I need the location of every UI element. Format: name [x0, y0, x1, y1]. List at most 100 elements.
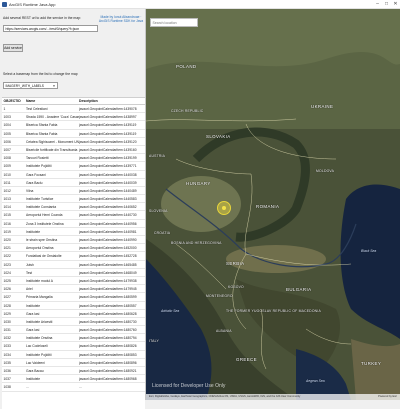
- cell-description: javaurl.GeopointCalendarItem:1479938: [79, 278, 137, 283]
- table-row[interactable]: 1035 Lac Vaideeni javaurl.GeopointCalendar…: [2, 359, 145, 367]
- service-url-input[interactable]: https://services.arcgis.com/.../rest/0/q…: [3, 25, 98, 32]
- cell-description: javaurl.GeopointCalendarItem:1438997: [79, 115, 137, 120]
- table-row[interactable]: 1032 Institutele Onstina javaurl.GeopointC…: [2, 334, 145, 343]
- header-objectid[interactable]: OBJECTID: [2, 98, 26, 104]
- cell-name: Cetatea Sighisoarei - Monument UNESCO: [26, 139, 79, 144]
- label-moldova: MOLDOVA: [316, 169, 335, 173]
- label-romania: ROMANIA: [256, 204, 280, 209]
- label-macedonia: THE FORMER YUGOSLAV REPUBLIC OF MACEDONI…: [226, 309, 321, 313]
- table-row[interactable]: 1024 Test javaurl.GeopointCalendarItem:146…: [2, 269, 145, 277]
- header-name[interactable]: Name: [26, 98, 79, 104]
- maximize-icon[interactable]: □: [382, 0, 391, 9]
- results-table[interactable]: OBJECTID Name Description 1 Test Celestia…: [2, 97, 145, 409]
- cell-objectid: 1020: [3, 238, 11, 242]
- cell-description: javaurl.GeopointCalendarItem:1480599: [79, 295, 137, 300]
- cell-objectid: 1026: [3, 287, 11, 292]
- location-search-input[interactable]: Search location: [150, 18, 198, 27]
- table-row[interactable]: 1029 Gara Iasi javaurl.GeopointCalendarIte…: [2, 310, 145, 318]
- label-turkey: TURKEY: [361, 361, 382, 366]
- table-row[interactable]: 1036 Gara Bacau javaurl.GeopointCalendarIt…: [2, 367, 145, 376]
- cell-objectid: 1008: [3, 156, 11, 161]
- table-row[interactable]: 1008 Tancuri Rosietti javaurl.GeopointCale…: [2, 154, 145, 163]
- table-row[interactable]: 1026 Ariel javaurl.GeopointCalendarItem:14…: [2, 285, 145, 294]
- table-row[interactable]: 1034 Institutele Pojiditii javaurl.Geopoin…: [2, 351, 145, 359]
- window-controls: – □ ✕: [373, 0, 400, 9]
- cell-name: Biserica Sfanta Fabia: [26, 131, 58, 136]
- cell-description: javaurl.GeopointCalendarItem:1439199: [79, 156, 137, 161]
- table-row[interactable]: 1009 Institutele Pojiditii javaurl.Geopoin…: [2, 162, 145, 171]
- table-row[interactable]: 1023 Jutsh javaurl.GeopointCalendarItem:14…: [2, 261, 145, 269]
- cell-name: Aeroportul Onstina: [26, 246, 54, 251]
- label-serbia: SERBIA: [226, 261, 245, 266]
- add-service-button[interactable]: Add service: [3, 44, 23, 52]
- cell-objectid: 1029: [3, 311, 11, 316]
- app-window: ArcGIS Runtime Java App – □ ✕ Add severa…: [0, 0, 400, 409]
- header-description[interactable]: Description: [79, 98, 145, 104]
- table-row[interactable]: 1020 le strain spre Onstina javaurl.Geopoi…: [2, 236, 145, 245]
- table-row[interactable]: 1006 Cetatea Sighisoarei - Monument UNESC…: [2, 138, 145, 146]
- map-view[interactable]: Search location POLAND CZECH REPUBLIC SL…: [146, 9, 400, 400]
- cell-objectid: 1003: [3, 115, 11, 120]
- cell-description: javaurl.GeopointCalendarItem:1439160: [79, 147, 137, 152]
- close-icon[interactable]: ✕: [391, 0, 400, 9]
- window-title: ArcGIS Runtime Java App: [9, 1, 56, 7]
- label-italy: ITALY: [149, 339, 159, 343]
- table-row[interactable]: 1016 Zona 3 Institutele Onstina javaurl.Ge…: [2, 220, 145, 228]
- cell-name: Gara Focsani: [26, 172, 46, 177]
- label-poland: POLAND: [176, 64, 197, 69]
- cell-description: javaurl.GeopointCalendarItem:1440583: [79, 197, 137, 202]
- table-row[interactable]: 1014 Institutele Constanta javaurl.Geopoin…: [2, 203, 145, 212]
- table-row[interactable]: 1022 Fundatiasi de Onstaiolte javaurl.Geop…: [2, 252, 145, 261]
- map-attribution: Esri, DigitalGlobe, GeoEye, Earthstar Ge…: [146, 394, 400, 400]
- feature-marker[interactable]: [217, 201, 231, 215]
- cell-description: javaurl.GeopointCalendarItem:1480730: [79, 319, 137, 324]
- cell-name: Test: [26, 270, 33, 275]
- cell-objectid: 1: [3, 107, 6, 111]
- table-row[interactable]: 1007 Bisericile fortificate din Transilva…: [2, 146, 145, 155]
- basemap-value: IMAGERY_WITH_LABELS: [5, 84, 44, 88]
- cell-objectid: 1012: [3, 188, 11, 193]
- table-row[interactable]: 1 Test Celestiani javaurl.GeopointCalendar…: [2, 105, 145, 114]
- chevron-down-icon: ▼: [52, 84, 56, 88]
- cell-name: Gara Baclu: [26, 180, 43, 185]
- cell-description: javaurl.GeopointCalendarItem:1480760: [79, 328, 137, 333]
- table-row[interactable]: 1038……: [2, 383, 145, 392]
- basemap-select[interactable]: IMAGERY_WITH_LABELS ▼: [3, 82, 58, 89]
- table-row[interactable]: 1011 Gara Baclu javaurl.GeopointCalendarIt…: [2, 179, 145, 187]
- cell-objectid: 1006: [3, 139, 11, 144]
- table-row[interactable]: 1028 Institutele javaurl.GeopointCalendarI…: [2, 302, 145, 310]
- label-czech: CZECH REPUBLIC: [171, 109, 204, 113]
- table-row[interactable]: 1004 Biserica Sfanta Fabia javaurl.Geopoin…: [2, 121, 145, 130]
- table-row[interactable]: 1033 Lac Codeloseli javaurl.GeopointCalend…: [2, 342, 145, 351]
- table-row[interactable]: 1031 Gara Iasi javaurl.GeopointCalendarIte…: [2, 326, 145, 335]
- table-row[interactable]: 1021 Aeroportul Onstina javaurl.GeopointCa…: [2, 244, 145, 253]
- table-row[interactable]: 1010 Gara Focsani javaurl.GeopointCalendar…: [2, 171, 145, 179]
- cell-description: javaurl.GeopointCalendarItem:1480557: [79, 303, 137, 308]
- cell-objectid: 1030: [3, 319, 11, 324]
- table-row[interactable]: 1019 Institutele javaurl.GeopointCalendarI…: [2, 228, 145, 236]
- table-row[interactable]: 1030 Institutele Aricestii javaurl.Geopoin…: [2, 318, 145, 327]
- cell-name: Vilna: [26, 188, 34, 193]
- cell-description: javaurl.GeopointCalendarItem:1440990: [79, 238, 137, 242]
- cell-description: javaurl.GeopointCalendarItem:1439078: [79, 107, 137, 111]
- cell-description: javaurl.GeopointCalendarItem:1440039: [79, 180, 137, 185]
- table-row[interactable]: 1015 Aeroportul Henri Coanda javaurl.Geopo…: [2, 211, 145, 220]
- table-row[interactable]: 1012 Vilna javaurl.GeopointCalendarItem:14…: [2, 187, 145, 196]
- developer-watermark: Licensed for Developer Use Only: [152, 383, 226, 389]
- cell-description: javaurl.GeopointCalendarItem:1440956: [79, 221, 137, 226]
- table-body: 1 Test Celestiani javaurl.GeopointCalendar…: [2, 105, 145, 392]
- table-row[interactable]: 1037 Institutele javaurl.GeopointCalendarI…: [2, 375, 145, 384]
- cell-objectid: 1034: [3, 352, 11, 357]
- credit-link[interactable]: Made by Ionut Alixandroae · ArcGIS Runti…: [98, 15, 144, 24]
- cell-description: javaurl.GeopointCalendarItem:1479945: [79, 287, 137, 292]
- table-row[interactable]: 1003 Strada 1590 - Anadere 'Cuza' Casamen…: [2, 113, 145, 122]
- cell-description: javaurl.GeopointCalendarItem:1440038: [79, 172, 137, 177]
- table-row[interactable]: 1025 Institutele modul A javaurl.GeopointC…: [2, 277, 145, 286]
- table-row[interactable]: 1005 Biserica Sfanta Fabia javaurl.Geopoin…: [2, 130, 145, 138]
- minimize-icon[interactable]: –: [373, 0, 382, 9]
- table-row[interactable]: 1027 Primaria Mangalia javaurl.GeopointCal…: [2, 293, 145, 302]
- table-row[interactable]: 1013 Institutele Turistice javaurl.Geopoin…: [2, 195, 145, 204]
- label-slovakia: SLOVAKIA: [206, 134, 231, 139]
- app-icon: [2, 1, 7, 7]
- cell-name: Gara Iasi: [26, 311, 40, 316]
